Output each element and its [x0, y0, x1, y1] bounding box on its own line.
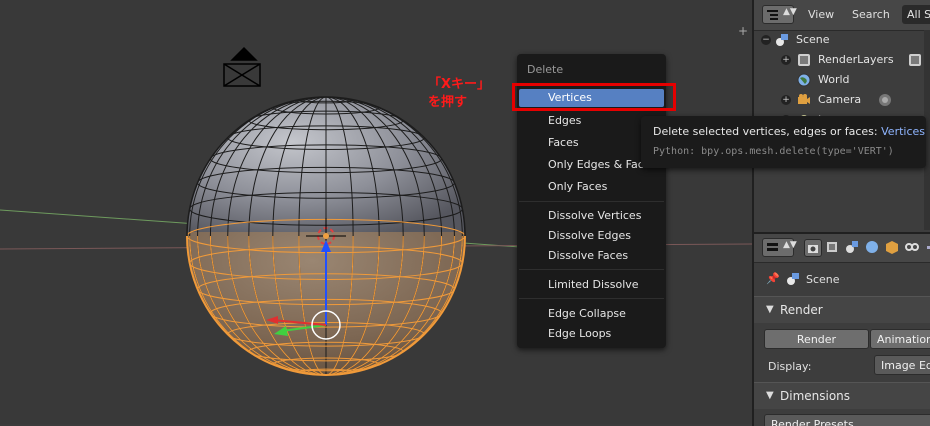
- tree-item-world[interactable]: World: [754, 70, 930, 90]
- world-tab[interactable]: [864, 239, 882, 257]
- camera-data-icon: [879, 94, 891, 106]
- properties-panel: ▲▼ 📌 Scene ▼ Render Render Animation Dis…: [752, 232, 930, 426]
- outliner-view-menu[interactable]: View: [808, 6, 834, 24]
- world-icon: [866, 241, 878, 253]
- display-label: Display:: [768, 360, 812, 373]
- outliner-editor-icon: [767, 10, 778, 20]
- panel-title: Dimensions: [780, 389, 851, 403]
- tree-item-label: Camera: [818, 93, 862, 106]
- tree-item-label: RenderLayers: [818, 53, 894, 66]
- collapse-triangle-icon: ▼: [766, 390, 774, 401]
- panel-title: Render: [780, 303, 823, 317]
- menu-item-dissolve-vertices[interactable]: Dissolve Vertices: [548, 207, 641, 225]
- tooltip-value: Vertices: [881, 125, 926, 138]
- annotation-line-1: 「Xキー」: [428, 77, 491, 92]
- instruction-annotation: 「Xキー」 を押す: [428, 76, 490, 112]
- tree-item-camera[interactable]: + Camera: [754, 90, 930, 110]
- render-panel-header[interactable]: ▼ Render: [754, 296, 930, 323]
- properties-header: ▲▼: [754, 234, 930, 263]
- dimensions-panel-header[interactable]: ▼ Dimensions: [754, 382, 930, 409]
- menu-separator: [519, 298, 664, 299]
- outliner-header: ▲▼ View Search All Scenes: [754, 0, 930, 31]
- menu-item-limited-dissolve[interactable]: Limited Dissolve: [548, 276, 639, 294]
- render-tab[interactable]: [804, 239, 822, 257]
- tree-item-label: Scene: [796, 33, 830, 46]
- pin-icon[interactable]: 📌: [766, 272, 780, 285]
- scene-icon: [776, 34, 788, 46]
- properties-editor-icon: [767, 243, 778, 251]
- annotation-line-2: を押す: [428, 95, 468, 110]
- tree-item-label: World: [818, 73, 850, 86]
- chevron-updown-icon: ▲▼: [783, 7, 797, 17]
- menu-separator: [519, 201, 664, 202]
- render-layers-icon: [827, 242, 837, 252]
- animation-button[interactable]: Animation: [870, 329, 930, 349]
- render-layers-icon: [798, 54, 810, 66]
- menu-item-only-faces[interactable]: Only Faces: [548, 178, 607, 196]
- tree-item-renderlayers[interactable]: + RenderLayers: [754, 50, 930, 70]
- menu-item-faces[interactable]: Faces: [548, 134, 579, 152]
- constraints-tab[interactable]: [904, 239, 922, 257]
- viewport-plus-button[interactable]: +: [736, 24, 750, 38]
- tooltip-python: Python: bpy.ops.mesh.delete(type='VERT'): [653, 146, 894, 157]
- tree-item-scene[interactable]: − Scene: [754, 30, 930, 50]
- menu-item-dissolve-faces[interactable]: Dissolve Faces: [548, 247, 628, 265]
- render-camera-icon: [808, 245, 818, 253]
- object-icon: [886, 241, 898, 254]
- object-tab[interactable]: [884, 239, 902, 257]
- scene-icon: [846, 241, 858, 253]
- scene-tab[interactable]: [844, 239, 862, 257]
- modifiers-tab[interactable]: [924, 239, 930, 257]
- collapse-icon[interactable]: −: [761, 35, 771, 45]
- constraints-icon: [905, 243, 919, 251]
- render-button[interactable]: Render: [764, 329, 869, 349]
- expand-icon[interactable]: +: [781, 55, 791, 65]
- display-select[interactable]: Image Editor: [874, 355, 930, 375]
- scene-icon: [787, 273, 799, 285]
- outliner-search-menu[interactable]: Search: [852, 6, 890, 24]
- expand-icon[interactable]: +: [781, 95, 791, 105]
- highlight-box: [512, 83, 676, 111]
- menu-item-edges[interactable]: Edges: [548, 112, 581, 130]
- tooltip: Delete selected vertices, edges or faces…: [641, 116, 926, 168]
- display-mode-select[interactable]: All Scenes: [902, 5, 930, 24]
- camera-icon: [798, 94, 810, 104]
- tooltip-description: Delete selected vertices, edges or faces…: [653, 125, 926, 138]
- editor-type-button[interactable]: ▲▼: [762, 5, 797, 24]
- render-layers-tab[interactable]: [824, 239, 842, 257]
- menu-separator: [519, 269, 664, 270]
- menu-item-edge-collapse[interactable]: Edge Collapse: [548, 305, 626, 323]
- menu-item-edge-loops[interactable]: Edge Loops: [548, 325, 611, 343]
- editor-type-button[interactable]: ▲▼: [762, 238, 797, 257]
- camera-object: [223, 46, 261, 87]
- wrench-icon: [927, 246, 930, 249]
- menu-title: Delete: [527, 63, 564, 76]
- world-icon: [797, 73, 811, 87]
- chevron-updown-icon: ▲▼: [783, 240, 797, 250]
- render-presets-select[interactable]: Render Presets: [764, 414, 930, 426]
- collapse-triangle-icon: ▼: [766, 304, 774, 315]
- context-breadcrumb: Scene: [806, 273, 840, 286]
- animation-label: Animation: [876, 333, 930, 346]
- render-layers-icon: [909, 54, 921, 66]
- render-label: Render: [796, 333, 837, 346]
- menu-item-dissolve-edges[interactable]: Dissolve Edges: [548, 227, 631, 245]
